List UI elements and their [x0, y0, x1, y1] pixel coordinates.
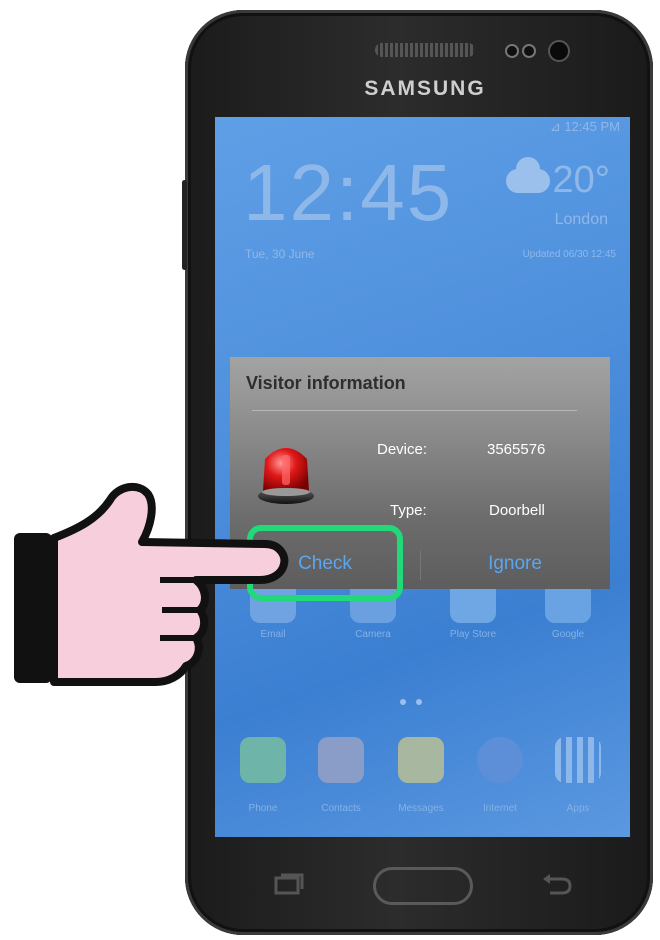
- dock-label: Phone: [248, 803, 278, 814]
- volume-button: [182, 180, 187, 270]
- app-label: Google: [551, 629, 585, 640]
- page-indicator: [400, 692, 440, 705]
- brand-logo: SAMSUNG: [364, 77, 486, 100]
- home-key[interactable]: [373, 867, 473, 905]
- dialog-title: Visitor information: [246, 373, 406, 393]
- dock-label: Messages: [398, 803, 444, 814]
- contacts-icon[interactable]: [318, 737, 364, 783]
- temperature-label: 20°: [552, 159, 610, 201]
- type-value: Doorbell: [489, 502, 545, 519]
- dock-label: Contacts: [321, 803, 361, 814]
- internet-icon[interactable]: [477, 737, 523, 783]
- messages-icon[interactable]: [398, 737, 444, 783]
- dock-label: Internet: [483, 803, 517, 814]
- earpiece-speaker: [375, 43, 475, 57]
- app-label: Play Store: [449, 629, 497, 640]
- ignore-button[interactable]: Ignore: [440, 547, 590, 581]
- light-sensor: [522, 44, 536, 58]
- front-camera: [548, 40, 570, 62]
- proximity-sensor: [505, 44, 519, 58]
- weather-updated-label: Updated 06/30 12:45: [522, 249, 616, 260]
- device-value: 3565576: [487, 441, 546, 458]
- device-label: Device:: [377, 441, 428, 458]
- back-key-icon[interactable]: [540, 872, 574, 896]
- clock-widget: 12:45: [243, 148, 454, 237]
- pointing-hand-icon: [14, 482, 289, 686]
- type-label: Type:: [390, 502, 427, 519]
- dialog-divider: [252, 410, 577, 411]
- status-bar: ⊿ 12:45 PM: [549, 119, 620, 134]
- location-label: London: [554, 211, 608, 228]
- date-label: Tue, 30 June: [245, 247, 315, 261]
- recent-apps-key-icon[interactable]: [272, 872, 306, 896]
- dock-label: Apps: [566, 803, 590, 814]
- weather-cloud-icon: [506, 157, 550, 193]
- button-divider: [420, 550, 421, 580]
- apps-icon[interactable]: [555, 737, 601, 783]
- phone-icon[interactable]: [240, 737, 286, 783]
- app-label: Camera: [355, 629, 391, 640]
